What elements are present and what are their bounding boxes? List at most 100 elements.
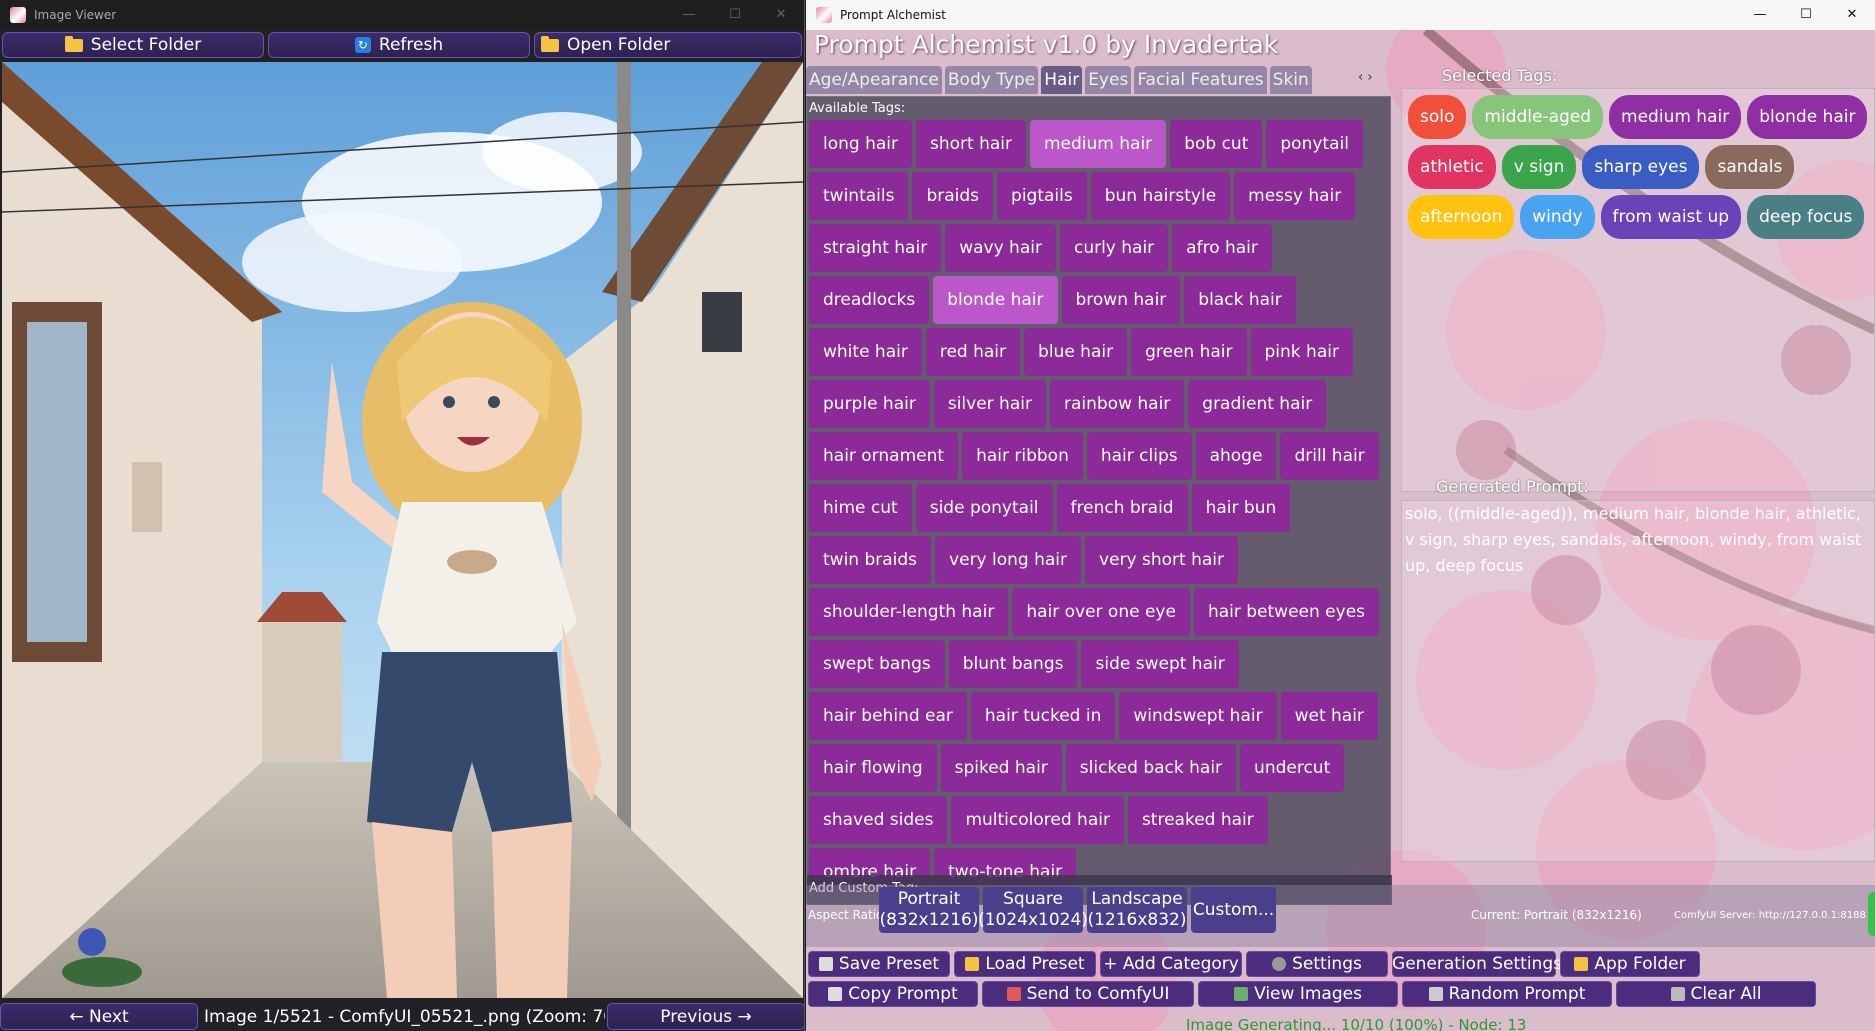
tab-eyes[interactable]: Eyes [1085,66,1132,94]
selected-tag-chip[interactable]: from waist up [1600,195,1742,239]
tag-button[interactable]: twin braids [809,536,932,584]
random-prompt-button[interactable]: Random Prompt [1402,981,1612,1007]
tag-button[interactable]: shoulder-length hair [809,588,1009,636]
tag-button[interactable]: blonde hair [933,276,1058,324]
preview-image[interactable] [2,62,803,998]
tag-button[interactable]: french braid [1056,484,1188,532]
tab-hair[interactable]: Hair [1041,66,1083,94]
tag-button[interactable]: blue hair [1024,328,1128,376]
tag-button[interactable]: rainbow hair [1049,380,1185,428]
tag-button[interactable]: twintails [809,172,909,220]
tab-scroll-arrows[interactable]: ‹ › [1358,70,1373,85]
tag-button[interactable]: messy hair [1234,172,1356,220]
tag-button[interactable]: hair flowing [809,744,937,792]
previous-button[interactable]: Previous → [607,1003,804,1030]
tag-button[interactable]: silver hair [933,380,1046,428]
tag-button[interactable]: streaked hair [1127,796,1268,844]
selected-tag-chip[interactable]: middle-aged [1472,95,1604,139]
tag-button[interactable]: hair over one eye [1012,588,1190,636]
tag-button[interactable]: pigtails [997,172,1087,220]
selected-tag-chip[interactable]: v sign [1501,145,1577,189]
tag-button[interactable]: hair between eyes [1193,588,1380,636]
tag-button[interactable]: ahoge [1195,432,1277,480]
tag-button[interactable]: multicolored hair [951,796,1124,844]
tag-button[interactable]: medium hair [1030,120,1167,168]
tag-button[interactable]: hair tucked in [970,692,1116,740]
tag-button[interactable]: side ponytail [915,484,1053,532]
generation-settings-button[interactable]: Generation Settings [1392,951,1562,977]
tag-button[interactable]: bun hairstyle [1090,172,1231,220]
tag-button[interactable]: wavy hair [945,224,1056,272]
next-button[interactable]: ← Next [0,1003,198,1030]
selected-tag-chip[interactable]: medium hair [1609,95,1742,139]
portrait-button[interactable]: Portrait (832x1216) [879,887,979,933]
tag-button[interactable]: long hair [809,120,912,168]
tag-button[interactable]: ponytail [1266,120,1363,168]
selected-tag-chip[interactable]: sharp eyes [1582,145,1700,189]
selected-tag-chip[interactable]: solo [1408,95,1467,139]
tag-button[interactable]: windswept hair [1119,692,1277,740]
square-button[interactable]: Square (1024x1024) [978,887,1088,933]
tag-button[interactable]: bob cut [1170,120,1263,168]
tab-body-type[interactable]: Body Type [944,66,1039,94]
selected-tag-chip[interactable]: deep focus [1747,195,1865,239]
save-preset-button[interactable]: Save Preset [808,951,950,977]
open-folder-button[interactable]: Open Folder [534,32,802,58]
tag-button[interactable]: hair behind ear [809,692,967,740]
tag-button[interactable]: hair ribbon [962,432,1083,480]
tag-button[interactable]: drill hair [1280,432,1379,480]
tag-button[interactable]: very long hair [935,536,1082,584]
selected-tag-chip[interactable]: blonde hair [1747,95,1868,139]
custom-ratio-button[interactable]: Custom... [1191,887,1276,933]
tag-button[interactable]: hime cut [809,484,912,532]
send-to-comfyui-button[interactable]: Send to ComfyUI [982,981,1194,1007]
tag-button[interactable]: braids [912,172,994,220]
tag-button[interactable]: spiked hair [940,744,1062,792]
tab-facial-features[interactable]: Facial Features [1134,66,1267,94]
tag-button[interactable]: undercut [1240,744,1345,792]
tag-button[interactable]: pink hair [1250,328,1353,376]
generated-prompt-text[interactable]: solo, ((middle-aged)), medium hair, blon… [1401,500,1875,862]
selected-tag-chip[interactable]: sandals [1705,145,1795,189]
selected-tag-chip[interactable]: windy [1520,195,1595,239]
tag-button[interactable]: wet hair [1280,692,1378,740]
tag-button[interactable]: short hair [916,120,1026,168]
close-button[interactable]: ✕ [758,0,804,30]
tag-button[interactable]: swept bangs [809,640,945,688]
close-button[interactable]: ✕ [1829,0,1875,30]
tag-button[interactable]: very short hair [1085,536,1238,584]
minimize-button[interactable]: — [666,0,712,30]
tab-skin[interactable]: Skin [1269,66,1312,94]
refresh-button[interactable]: ↻ Refresh [268,32,530,58]
selected-tag-chip[interactable]: athletic [1408,145,1496,189]
minimize-button[interactable]: — [1737,0,1783,30]
maximize-button[interactable]: ☐ [712,0,758,30]
tab-age-appearance[interactable]: Age/Apearance [806,66,942,94]
view-images-button[interactable]: View Images [1198,981,1398,1007]
tag-button[interactable]: white hair [809,328,922,376]
tag-button[interactable]: side swept hair [1081,640,1239,688]
copy-prompt-button[interactable]: Copy Prompt [808,981,978,1007]
tag-button[interactable]: curly hair [1059,224,1169,272]
add-category-button[interactable]: + Add Category [1100,951,1242,977]
tag-button[interactable]: red hair [925,328,1021,376]
tag-button[interactable]: afro hair [1172,224,1272,272]
tag-button[interactable]: slicked back hair [1065,744,1237,792]
selected-tag-chip[interactable]: afternoon [1408,195,1515,239]
tag-button[interactable]: green hair [1131,328,1247,376]
tag-button[interactable]: black hair [1184,276,1296,324]
tag-button[interactable]: hair bun [1191,484,1291,532]
tag-button[interactable]: brown hair [1061,276,1181,324]
clear-all-button[interactable]: Clear All [1616,981,1816,1007]
landscape-button[interactable]: Landscape (1216x832) [1087,887,1187,933]
load-preset-button[interactable]: Load Preset [954,951,1096,977]
tag-button[interactable]: straight hair [809,224,942,272]
tag-button[interactable]: purple hair [809,380,930,428]
tag-button[interactable]: gradient hair [1188,380,1327,428]
settings-button[interactable]: Settings [1246,951,1388,977]
tag-button[interactable]: hair ornament [809,432,959,480]
tag-button[interactable]: shaved sides [809,796,948,844]
select-folder-button[interactable]: Select Folder [2,32,264,58]
tag-button[interactable]: blunt bangs [948,640,1078,688]
app-folder-button[interactable]: App Folder [1560,951,1700,977]
